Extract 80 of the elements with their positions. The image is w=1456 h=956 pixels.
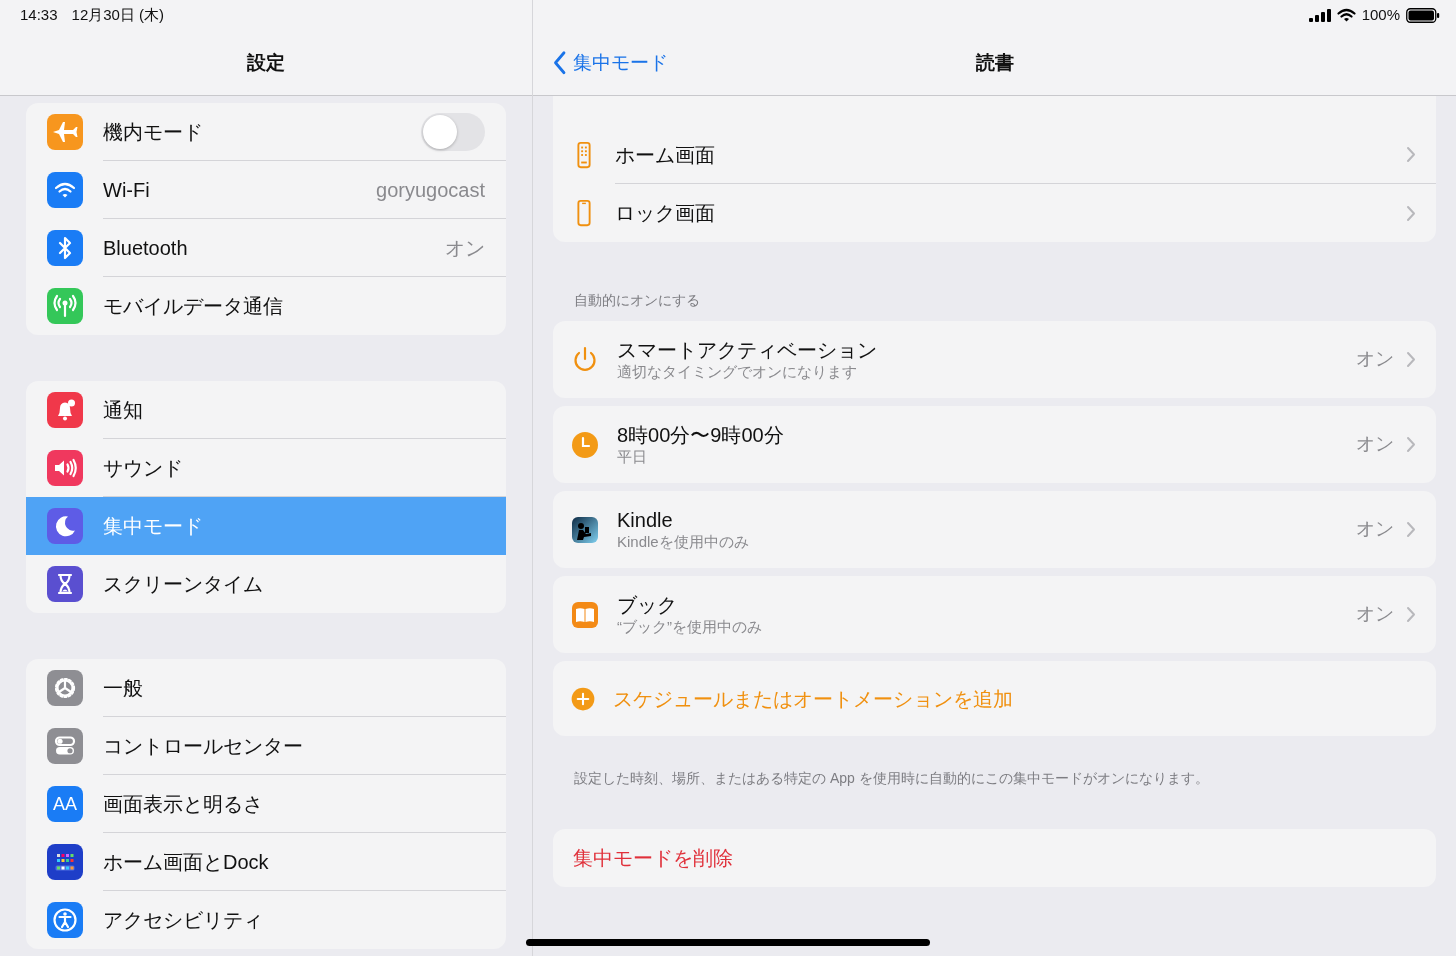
settings-row[interactable]: モバイルデータ通信 xyxy=(26,277,506,335)
automation-subtitle: “ブック”を使用中のみ xyxy=(617,616,762,637)
row-label: ロック画面 xyxy=(615,201,715,226)
row-label: 画面表示と明るさ xyxy=(103,791,263,817)
settings-row[interactable]: ホーム画面とDock xyxy=(26,833,506,891)
row-value: オン xyxy=(1356,602,1394,627)
battery-icon xyxy=(1406,7,1440,23)
settings-row[interactable]: コントロールセンター xyxy=(26,717,506,775)
hourglass-icon xyxy=(47,566,83,602)
automation-row[interactable]: スマートアクティベーション 適切なタイミングでオンになります オン xyxy=(553,321,1436,398)
automation-row[interactable]: 8時00分〜9時00分 平日 オン xyxy=(553,406,1436,483)
row-label: Bluetooth xyxy=(103,235,188,261)
back-chevron-icon xyxy=(553,51,567,75)
settings-row[interactable]: Wi-Fi goryugocast xyxy=(26,161,506,219)
signal-icon xyxy=(1308,8,1331,22)
wifi-icon xyxy=(1336,8,1356,22)
row-label: 機内モード xyxy=(103,119,203,145)
settings-row[interactable]: 一般 xyxy=(26,659,506,717)
row-label: 集中モード xyxy=(103,513,203,539)
automation-row[interactable]: Kindle Kindleを使用中のみ オン xyxy=(553,491,1436,568)
chevron-icon xyxy=(1406,204,1416,222)
row-value: オン xyxy=(1356,347,1394,372)
row-value: オン xyxy=(445,235,485,261)
automation-title: 8時00分〜9時00分 xyxy=(617,422,784,447)
row-label: ホーム画面とDock xyxy=(103,849,269,875)
automation-subtitle: 平日 xyxy=(617,446,648,467)
automation-title: スマートアクティベーション xyxy=(617,337,877,362)
settings-row[interactable]: AA 画面表示と明るさ xyxy=(26,775,506,833)
chevron-icon xyxy=(1406,606,1416,623)
row-value: goryugocast xyxy=(376,177,485,203)
speaker-icon xyxy=(47,450,83,486)
settings-row[interactable]: ロック画面 xyxy=(553,184,1436,242)
status-date: 12月30日 (木) xyxy=(71,4,165,25)
settings-row[interactable]: スクリーンタイム xyxy=(26,555,506,613)
status-time: 14:33 xyxy=(20,4,58,25)
settings-row[interactable]: アクセシビリティ xyxy=(26,891,506,949)
chevron-icon xyxy=(1406,351,1416,368)
sidebar-title: 設定 xyxy=(247,50,285,75)
bell-icon xyxy=(47,392,83,428)
app-grid-icon xyxy=(47,844,83,880)
switches-icon xyxy=(47,728,83,764)
settings-row[interactable]: 通知 xyxy=(26,381,506,439)
delete-button[interactable]: 集中モードを削除 xyxy=(553,829,1436,887)
automation-title: Kindle xyxy=(617,507,674,532)
settings-row[interactable]: ホーム画面 xyxy=(553,126,1436,184)
bluetooth-icon xyxy=(47,230,83,266)
battery-percent: 100% xyxy=(1361,4,1400,25)
section-header: 自動的にオンにする xyxy=(573,291,701,310)
row-label: コントロールセンター xyxy=(103,733,303,759)
chevron-icon xyxy=(1406,436,1416,453)
automation-title: ブック xyxy=(617,592,678,617)
chevron-icon xyxy=(1406,521,1416,538)
page-title: 読書 xyxy=(975,50,1014,75)
gear-icon xyxy=(47,670,83,706)
toggle-switch[interactable] xyxy=(421,112,485,151)
row-label: スクリーンタイム xyxy=(103,572,263,597)
row-label: 一般 xyxy=(103,675,143,701)
row-label: 通知 xyxy=(103,397,143,423)
automation-row[interactable]: ブック “ブック”を使用中のみ オン xyxy=(553,576,1436,653)
home-indicator[interactable] xyxy=(526,939,930,946)
row-label: サウンド xyxy=(103,455,183,481)
row-label: モバイルデータ通信 xyxy=(103,294,283,319)
antenna-icon xyxy=(47,288,83,324)
settings-row[interactable]: Bluetooth オン xyxy=(26,219,506,277)
row-label: ホーム画面 xyxy=(615,142,715,168)
text-size-icon: AA xyxy=(47,786,83,822)
automation-subtitle: Kindleを使用中のみ xyxy=(617,531,749,552)
row-value: オン xyxy=(1356,432,1394,457)
back-button[interactable]: 集中モード xyxy=(547,47,674,79)
row-label: アクセシビリティ xyxy=(103,908,263,933)
settings-row[interactable]: 機内モード xyxy=(26,103,506,161)
automation-subtitle: 適切なタイミングでオンになります xyxy=(617,361,858,382)
moon-icon xyxy=(47,508,83,544)
footer-note: 設定した時刻、場所、またはある特定の App を使用時に自動的にこの集中モードがオンになります。 xyxy=(573,769,1210,788)
chevron-icon xyxy=(1406,146,1416,163)
accessibility-icon xyxy=(47,902,83,938)
row-label: Wi-Fi xyxy=(103,177,150,203)
wifi-icon xyxy=(47,172,83,208)
airplane-icon xyxy=(47,114,83,150)
row-value: オン xyxy=(1356,517,1394,542)
